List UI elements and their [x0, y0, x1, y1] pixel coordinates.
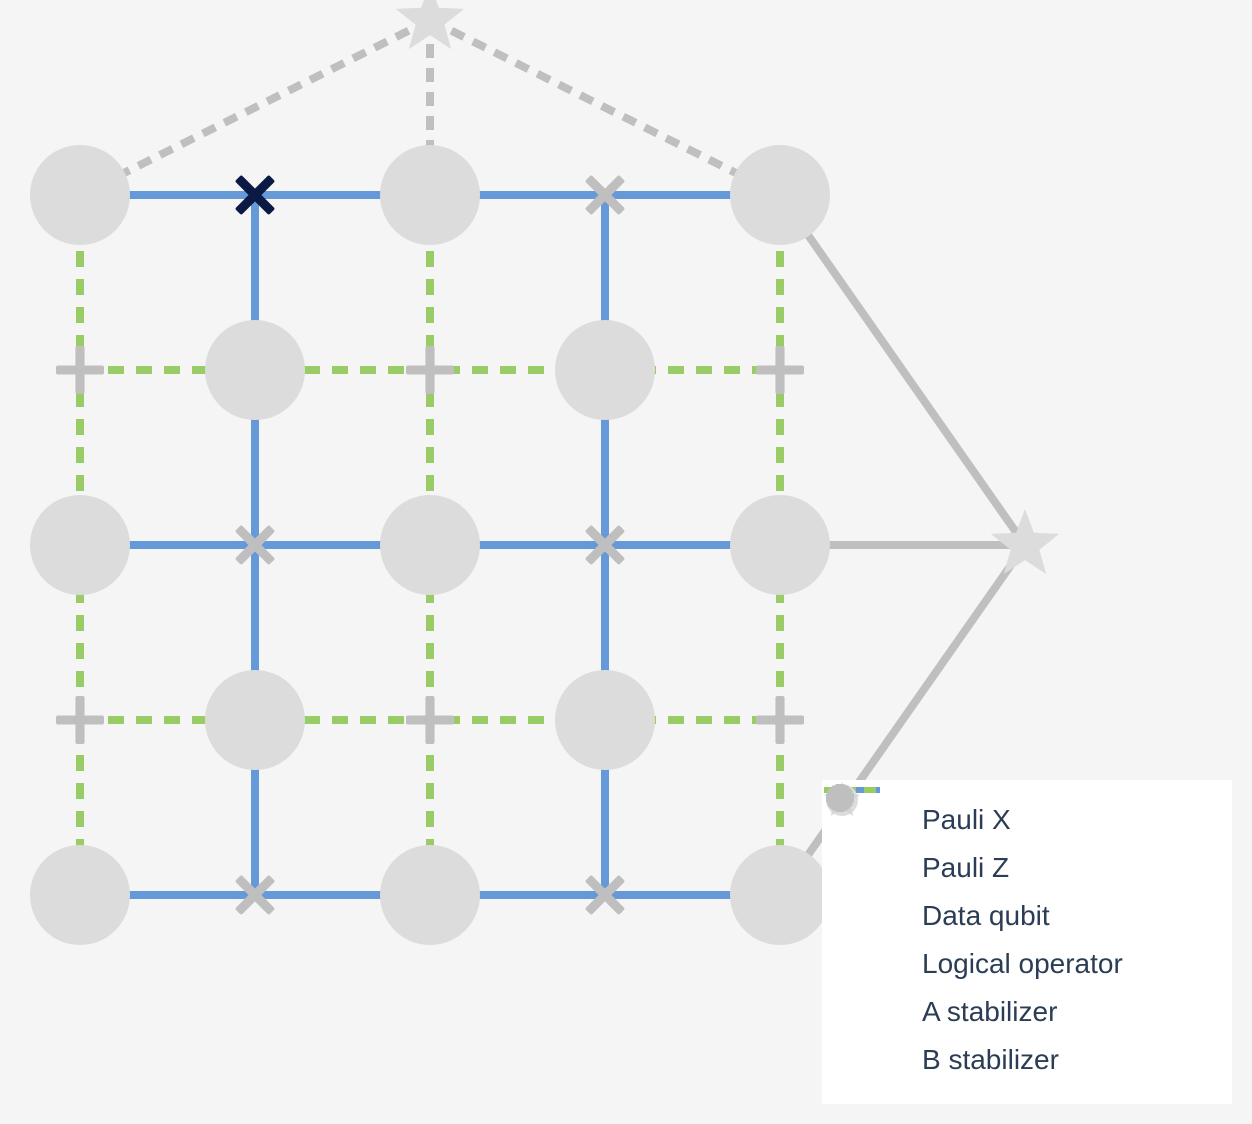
b-stabilizer-icon [406, 696, 454, 744]
data-qubit [30, 145, 130, 245]
data-qubit [30, 495, 130, 595]
legend-label-data-qubit: Data qubit [922, 900, 1050, 932]
legend-label-pauli-x: Pauli X [922, 804, 1011, 836]
legend-label-b-stabilizer: B stabilizer [922, 1044, 1059, 1076]
data-qubit [205, 670, 305, 770]
b-stabilizer-icon [56, 696, 104, 744]
data-qubit [730, 495, 830, 595]
data-qubit [380, 495, 480, 595]
data-qubit [380, 845, 480, 945]
data-qubit [555, 320, 655, 420]
legend-row-logical-operator: Logical operator [842, 940, 1204, 988]
b-stabilizer-icon [406, 346, 454, 394]
data-qubit [730, 845, 830, 945]
data-qubit [205, 320, 305, 420]
legend-panel: Pauli X Pauli Z Data qubit Logical opera… [822, 780, 1232, 1104]
legend-label-a-stabilizer: A stabilizer [922, 996, 1057, 1028]
b-stabilizer-icon [756, 696, 804, 744]
b-stabilizer-icon [56, 346, 104, 394]
data-qubit [555, 670, 655, 770]
logical-operator-star [991, 509, 1059, 574]
legend-row-b-stabilizer: B stabilizer [842, 1036, 1204, 1084]
legend-row-a-stabilizer: A stabilizer [842, 988, 1204, 1036]
legend-label-logical-operator: Logical operator [922, 948, 1123, 980]
b-stabilizer-icon [756, 346, 804, 394]
data-qubit [30, 845, 130, 945]
legend-row-pauli-x: Pauli X [842, 796, 1204, 844]
legend-row-data-qubit: Data qubit [842, 892, 1204, 940]
data-qubit [380, 145, 480, 245]
logical-operator-star [396, 0, 464, 49]
data-qubit [730, 145, 830, 245]
legend-row-pauli-z: Pauli Z [842, 844, 1204, 892]
legend-label-pauli-z: Pauli Z [922, 852, 1009, 884]
